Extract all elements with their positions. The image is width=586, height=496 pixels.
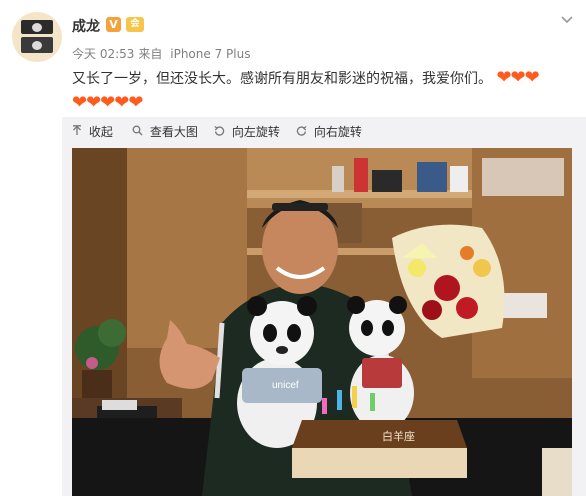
post-content: 又长了一岁，但还没长大。感谢所有朋友和影迷的祝福，我爱你们。 ❤❤❤ ❤❤❤❤❤	[72, 66, 572, 116]
author-name[interactable]: 成龙	[72, 16, 100, 36]
collapse-arrow-icon	[72, 125, 86, 139]
view-large-button[interactable]: 查看大图	[132, 123, 198, 140]
collapse-label: 收起	[88, 125, 113, 139]
post-time[interactable]: 今天 02:53	[72, 47, 134, 61]
unicef-label: unicef	[272, 380, 299, 391]
chevron-down-icon[interactable]	[558, 12, 576, 30]
collapse-button[interactable]: 收起	[72, 123, 113, 140]
verified-badge-icon[interactable]: V	[106, 17, 121, 32]
view-large-label: 查看大图	[149, 125, 198, 139]
search-icon	[132, 125, 147, 139]
cake-text: 白羊座	[382, 429, 415, 443]
post-photo[interactable]: unicef 白羊座	[72, 148, 572, 496]
avatar-face-bottom	[32, 41, 42, 50]
rotate-right-button[interactable]: 向右旋转	[296, 123, 362, 140]
rotate-left-label: 向左旋转	[231, 125, 280, 139]
rotate-left-icon	[214, 125, 229, 139]
rotate-right-label: 向右旋转	[313, 125, 362, 139]
rotate-left-button[interactable]: 向左旋转	[214, 123, 280, 140]
image-toolbar: 收起 查看大图 向左旋转 向右旋转	[62, 117, 586, 145]
rotate-right-icon	[296, 125, 311, 139]
avatar-face-top	[32, 23, 42, 32]
photo-illustration: unicef 白羊座	[72, 148, 572, 496]
post-meta: 今天 02:53 来自 iPhone 7 Plus	[72, 45, 254, 62]
vip-badge-icon[interactable]: 会	[126, 17, 144, 32]
post-source[interactable]: iPhone 7 Plus	[170, 47, 250, 61]
author-avatar[interactable]	[12, 12, 62, 62]
heart-emoji-icon: ❤❤❤	[496, 67, 539, 88]
post-text: 又长了一岁，但还没长大。感谢所有朋友和影迷的祝福，我爱你们。	[72, 71, 492, 87]
heart-emoji-icon: ❤❤❤❤❤	[72, 92, 143, 113]
source-prefix: 来自	[138, 47, 163, 61]
